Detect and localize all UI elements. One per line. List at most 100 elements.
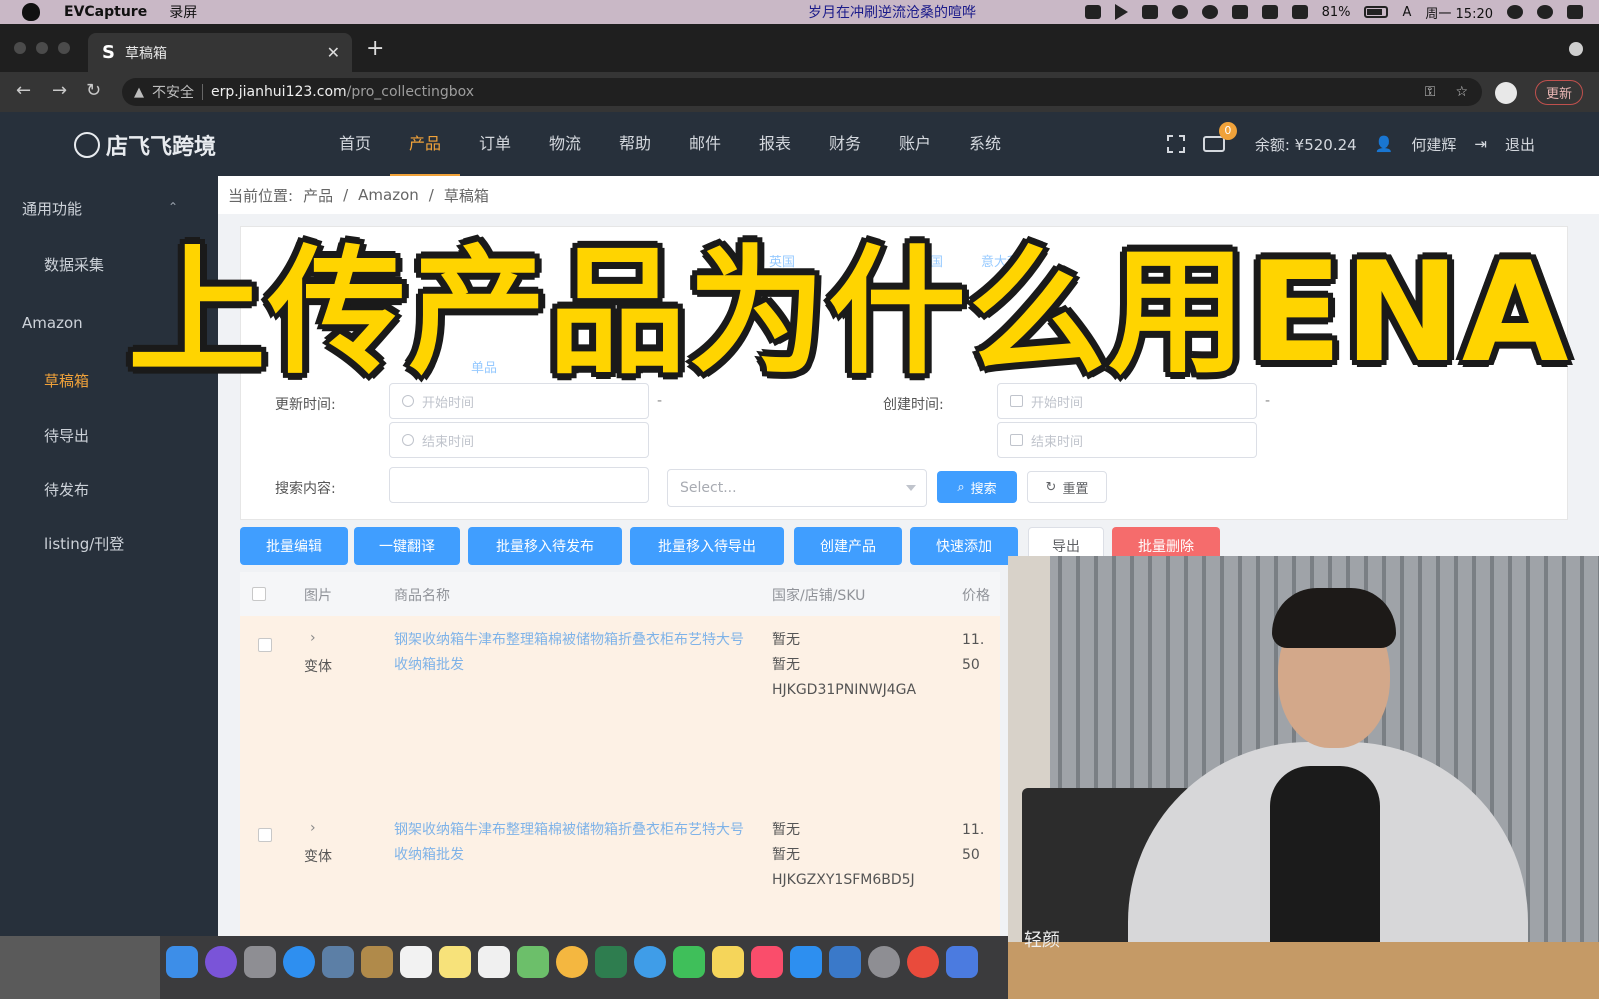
- tab-close-icon[interactable]: ✕: [327, 43, 340, 62]
- fullscreen-icon[interactable]: [1166, 135, 1185, 153]
- contacts-icon[interactable]: [361, 946, 393, 978]
- photos-icon[interactable]: [556, 946, 588, 978]
- move-to-export-button[interactable]: 批量移入待导出: [630, 527, 784, 565]
- logout-icon[interactable]: ⇥: [1474, 135, 1487, 153]
- apple-icon[interactable]: [22, 3, 40, 21]
- launchpad-icon[interactable]: [244, 946, 276, 978]
- nav-help[interactable]: 帮助: [600, 112, 670, 176]
- expand-chevron-icon[interactable]: ›: [310, 630, 316, 646]
- logout-link[interactable]: 退出: [1505, 134, 1535, 155]
- keynote-icon[interactable]: [829, 946, 861, 978]
- search-type-select[interactable]: Select...: [667, 469, 927, 507]
- finder-icon[interactable]: [166, 946, 198, 978]
- play-icon[interactable]: [1114, 4, 1128, 20]
- record-icon[interactable]: [1201, 5, 1218, 19]
- previous-track-icon[interactable]: [1084, 5, 1101, 19]
- nav-orders[interactable]: 订单: [460, 112, 530, 176]
- control-center-icon[interactable]: [1567, 5, 1583, 19]
- sidebar-item-pending-publish[interactable]: 待发布: [44, 479, 89, 500]
- quick-add-button[interactable]: 快速添加: [910, 527, 1018, 565]
- reset-button[interactable]: ↻ 重置: [1027, 471, 1107, 503]
- product-name-link[interactable]: 钢架收纳箱牛津布整理箱棉被储物箱折叠衣柜布艺特大号收纳箱批发: [394, 818, 754, 868]
- sidebar-group-amazon[interactable]: Amazon: [22, 314, 83, 332]
- nav-finance[interactable]: 财务: [810, 112, 880, 176]
- nav-home[interactable]: 首页: [320, 112, 390, 176]
- nav-account[interactable]: 账户: [880, 112, 950, 176]
- nav-reports[interactable]: 报表: [740, 112, 810, 176]
- chevron-up-icon[interactable]: ⌃: [168, 200, 178, 214]
- back-arrow-icon[interactable]: ←: [16, 80, 31, 101]
- browser-tab[interactable]: S 草稿箱 ✕: [88, 33, 352, 72]
- profile-avatar-icon[interactable]: [1494, 81, 1517, 104]
- messages-icon[interactable]: [634, 946, 666, 978]
- warning-triangle-icon[interactable]: ▲: [134, 85, 144, 100]
- reminders-icon[interactable]: [478, 946, 510, 978]
- row-checkbox[interactable]: [258, 828, 272, 842]
- expand-chevron-icon[interactable]: ›: [310, 820, 316, 836]
- heart-icon[interactable]: [1171, 5, 1188, 19]
- siri-icon[interactable]: [1537, 5, 1553, 19]
- window-zoom-dot[interactable]: [58, 42, 70, 54]
- chrome-icon[interactable]: [907, 946, 939, 978]
- forward-arrow-icon[interactable]: →: [52, 80, 67, 101]
- clock[interactable]: 周一 15:20: [1425, 3, 1493, 22]
- key-icon[interactable]: ⚿: [1425, 84, 1436, 100]
- volume-icon[interactable]: [1291, 5, 1308, 19]
- address-bar[interactable]: ▲ 不安全 erp.jianhui123.com /pro_collecting…: [122, 78, 1482, 106]
- search-button[interactable]: ⌕ 搜索: [937, 471, 1017, 503]
- menu-app-name[interactable]: EVCapture: [64, 4, 147, 20]
- facetime-icon[interactable]: [673, 946, 705, 978]
- move-to-publish-button[interactable]: 批量移入待发布: [468, 527, 622, 565]
- mail-icon[interactable]: 0: [1202, 122, 1237, 152]
- select-all-checkbox[interactable]: [252, 587, 266, 601]
- table-row[interactable]: › 变体 钢架收纳箱牛津布整理箱棉被储物箱折叠衣柜布艺特大号收纳箱批发 暂无 暂…: [240, 806, 1000, 942]
- maps-icon[interactable]: [517, 946, 549, 978]
- breadcrumb-products[interactable]: 产品: [303, 185, 333, 206]
- music-icon[interactable]: [751, 946, 783, 978]
- sidebar-item-data-collect[interactable]: 数据采集: [44, 254, 104, 275]
- create-end-input[interactable]: 结束时间: [997, 422, 1257, 458]
- bluetooth-icon[interactable]: [1231, 5, 1248, 19]
- window-minimize-dot[interactable]: [36, 42, 48, 54]
- safari-icon[interactable]: [283, 946, 315, 978]
- translate-button[interactable]: 一键翻译: [354, 527, 460, 565]
- tab-search-icon[interactable]: [1569, 42, 1583, 56]
- security-label[interactable]: 不安全: [152, 82, 194, 102]
- nav-products[interactable]: 产品: [390, 112, 460, 176]
- numbers-icon[interactable]: [595, 946, 627, 978]
- k-app-icon[interactable]: [946, 946, 978, 978]
- sidebar-group-general[interactable]: 通用功能: [22, 198, 82, 219]
- preview-icon[interactable]: [322, 946, 354, 978]
- nav-mail[interactable]: 邮件: [670, 112, 740, 176]
- update-end-input[interactable]: 结束时间: [389, 422, 649, 458]
- breadcrumb-amazon[interactable]: Amazon: [358, 186, 419, 204]
- table-row[interactable]: › 变体 钢架收纳箱牛津布整理箱棉被储物箱折叠衣柜布艺特大号收纳箱批发 暂无 暂…: [240, 616, 1000, 806]
- product-name-link[interactable]: 钢架收纳箱牛津布整理箱棉被储物箱折叠衣柜布艺特大号收纳箱批发: [394, 628, 754, 678]
- row-checkbox[interactable]: [258, 638, 272, 652]
- calendar-icon[interactable]: [400, 946, 432, 978]
- next-track-icon[interactable]: [1141, 5, 1158, 19]
- pages-icon[interactable]: [712, 946, 744, 978]
- notes-icon[interactable]: [439, 946, 471, 978]
- wifi-icon[interactable]: [1261, 5, 1278, 19]
- siri-icon[interactable]: [205, 946, 237, 978]
- app-store-icon[interactable]: [790, 946, 822, 978]
- spotlight-icon[interactable]: [1507, 5, 1523, 19]
- star-icon[interactable]: ☆: [1455, 84, 1468, 100]
- window-close-dot[interactable]: [14, 42, 26, 54]
- nav-logistics[interactable]: 物流: [530, 112, 600, 176]
- sidebar-item-drafts[interactable]: 草稿箱: [44, 370, 89, 391]
- sidebar-item-listing[interactable]: listing/刊登: [44, 533, 124, 554]
- sidebar-item-pending-export[interactable]: 待导出: [44, 425, 89, 446]
- update-button[interactable]: 更新: [1534, 80, 1583, 105]
- system-preferences-icon[interactable]: [868, 946, 900, 978]
- search-input[interactable]: [389, 467, 649, 503]
- battery-icon[interactable]: [1364, 6, 1389, 18]
- batch-edit-button[interactable]: 批量编辑: [240, 527, 348, 565]
- reload-icon[interactable]: ↻: [86, 80, 101, 101]
- new-tab-icon[interactable]: +: [366, 36, 384, 61]
- input-source[interactable]: A: [1402, 5, 1411, 20]
- user-name[interactable]: 何建辉: [1411, 134, 1456, 155]
- app-logo[interactable]: 店飞飞跨境: [74, 129, 216, 161]
- menu-record[interactable]: 录屏: [169, 2, 197, 22]
